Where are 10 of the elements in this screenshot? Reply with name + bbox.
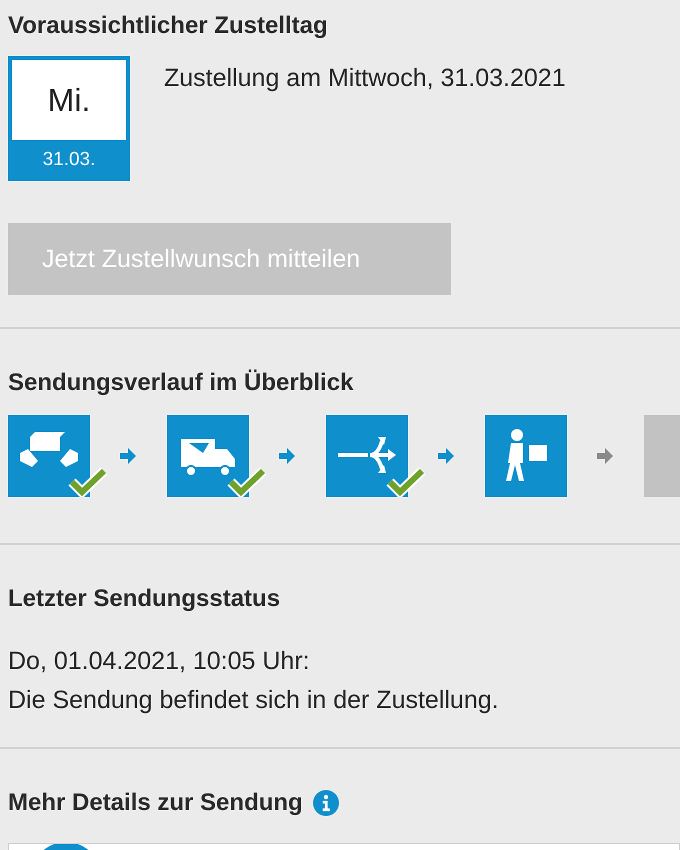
section-heading: Letzter Sendungsstatus xyxy=(8,584,282,613)
section-heading: Voraussichtlicher Zustelltag xyxy=(8,11,329,40)
section-heading: Mehr Details zur Sendung xyxy=(8,789,303,817)
section-heading: Sendungsverlauf im Überblick xyxy=(8,368,354,397)
date-label: 31.03. xyxy=(42,148,96,172)
info-icon[interactable] xyxy=(312,790,339,816)
status-text: Die Sendung befindet sich in der Zustellung. xyxy=(8,686,500,715)
status-time: Do, 01.04.2021, 10:05 Uhr: xyxy=(8,647,311,676)
weekday-label: Mi. xyxy=(12,60,126,140)
delivery-date-text: Zustellung am Mittwoch, 31.03.2021 xyxy=(164,64,566,93)
